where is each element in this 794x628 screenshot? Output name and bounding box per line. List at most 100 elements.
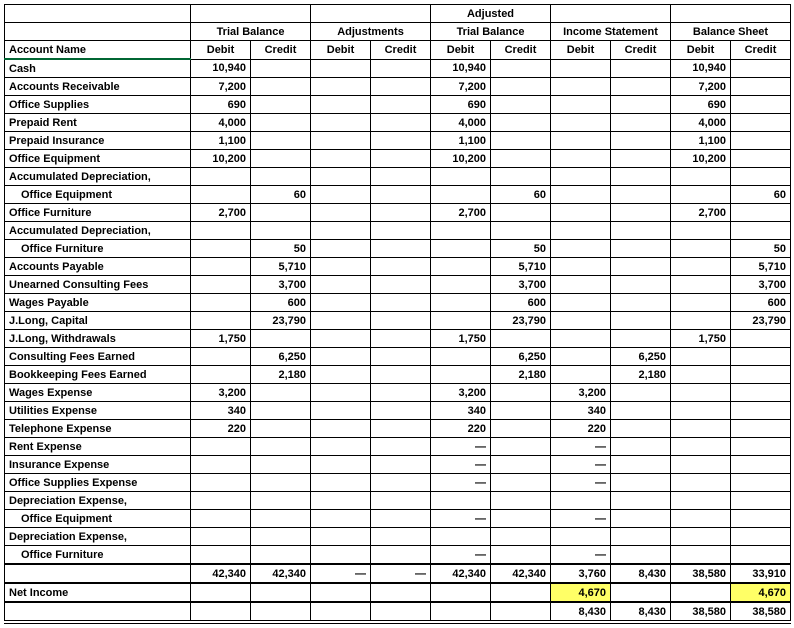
value-cell [251, 222, 311, 240]
value-cell [731, 510, 791, 528]
value-cell [491, 510, 551, 528]
value-cell [311, 240, 371, 258]
table-row: Insurance Expense—— [5, 456, 791, 474]
value-cell [251, 384, 311, 402]
value-cell: 1,100 [191, 132, 251, 150]
value-cell: — [551, 510, 611, 528]
value-cell [611, 384, 671, 402]
value-cell [311, 258, 371, 276]
value-cell [671, 510, 731, 528]
value-cell [251, 456, 311, 474]
value-cell: 50 [251, 240, 311, 258]
table-row: Accounts Payable5,7105,7105,710 [5, 258, 791, 276]
value-cell [431, 258, 491, 276]
account-name-cell: Accounts Receivable [5, 78, 191, 96]
value-cell [731, 330, 791, 348]
value-cell [251, 474, 311, 492]
account-name-cell: J.Long, Capital [5, 312, 191, 330]
value-cell: 3,200 [551, 384, 611, 402]
value-cell [491, 330, 551, 348]
value-cell [371, 168, 431, 186]
value-cell: 2,700 [191, 204, 251, 222]
value-cell: 10,200 [191, 150, 251, 168]
value-cell: 690 [431, 96, 491, 114]
value-cell [671, 420, 731, 438]
worksheet-table: Adjusted Trial Balance Adjustments Trial… [4, 4, 791, 624]
table-row: Depreciation Expense, [5, 528, 791, 546]
value-cell [191, 240, 251, 258]
account-name-cell: Wages Expense [5, 384, 191, 402]
value-cell [551, 222, 611, 240]
value-cell [431, 294, 491, 312]
value-cell: — [551, 474, 611, 492]
value-cell [551, 168, 611, 186]
table-row: Office Furniture505050 [5, 240, 791, 258]
table-row: Utilities Expense340340340 [5, 402, 791, 420]
value-cell: 2,180 [611, 366, 671, 384]
table-row: Bookkeeping Fees Earned2,1802,1802,180 [5, 366, 791, 384]
value-cell: — [551, 546, 611, 565]
value-cell [731, 204, 791, 222]
value-cell [371, 114, 431, 132]
value-cell [671, 546, 731, 565]
account-name-cell: Rent Expense [5, 438, 191, 456]
value-cell [491, 528, 551, 546]
value-cell: — [431, 546, 491, 565]
value-cell [431, 222, 491, 240]
value-cell [611, 528, 671, 546]
value-cell [671, 258, 731, 276]
value-cell: 2,700 [431, 204, 491, 222]
table-row: Depreciation Expense, [5, 492, 791, 510]
value-cell: 1,750 [671, 330, 731, 348]
account-name-cell: Office Equipment [5, 510, 191, 528]
value-cell: 60 [251, 186, 311, 204]
value-cell [251, 492, 311, 510]
account-name-cell: Accounts Payable [5, 258, 191, 276]
value-cell [371, 510, 431, 528]
value-cell [491, 420, 551, 438]
value-cell [611, 96, 671, 114]
value-cell [371, 150, 431, 168]
hdr-balance-sheet: Balance Sheet [671, 23, 791, 41]
account-name-cell: Office Furniture [5, 546, 191, 565]
value-cell [551, 492, 611, 510]
value-cell: 5,710 [491, 258, 551, 276]
value-cell [551, 114, 611, 132]
value-cell [191, 168, 251, 186]
value-cell [671, 348, 731, 366]
value-cell [491, 132, 551, 150]
value-cell: 23,790 [731, 312, 791, 330]
account-name-cell: Accumulated Depreciation, [5, 222, 191, 240]
value-cell [311, 132, 371, 150]
value-cell: 690 [671, 96, 731, 114]
value-cell [371, 474, 431, 492]
value-cell [371, 528, 431, 546]
value-cell [731, 114, 791, 132]
value-cell: 2,180 [491, 366, 551, 384]
net-income-row: Net Income 4,670 4,670 [5, 583, 791, 602]
value-cell [251, 78, 311, 96]
value-cell [311, 366, 371, 384]
value-cell [191, 294, 251, 312]
value-cell [611, 474, 671, 492]
table-row: Prepaid Rent4,0004,0004,000 [5, 114, 791, 132]
table-row: Office Equipment10,20010,20010,200 [5, 150, 791, 168]
value-cell [311, 150, 371, 168]
value-cell: 10,940 [191, 59, 251, 78]
value-cell [431, 312, 491, 330]
value-cell [431, 186, 491, 204]
value-cell: — [431, 456, 491, 474]
value-cell [371, 78, 431, 96]
table-row: Office Supplies690690690 [5, 96, 791, 114]
value-cell [731, 78, 791, 96]
account-name-cell: Prepaid Rent [5, 114, 191, 132]
value-cell: 50 [491, 240, 551, 258]
value-cell [311, 348, 371, 366]
value-cell [311, 402, 371, 420]
value-cell [611, 132, 671, 150]
value-cell: 50 [731, 240, 791, 258]
table-row: J.Long, Capital23,79023,79023,790 [5, 312, 791, 330]
value-cell [371, 276, 431, 294]
value-cell [371, 366, 431, 384]
value-cell [731, 96, 791, 114]
